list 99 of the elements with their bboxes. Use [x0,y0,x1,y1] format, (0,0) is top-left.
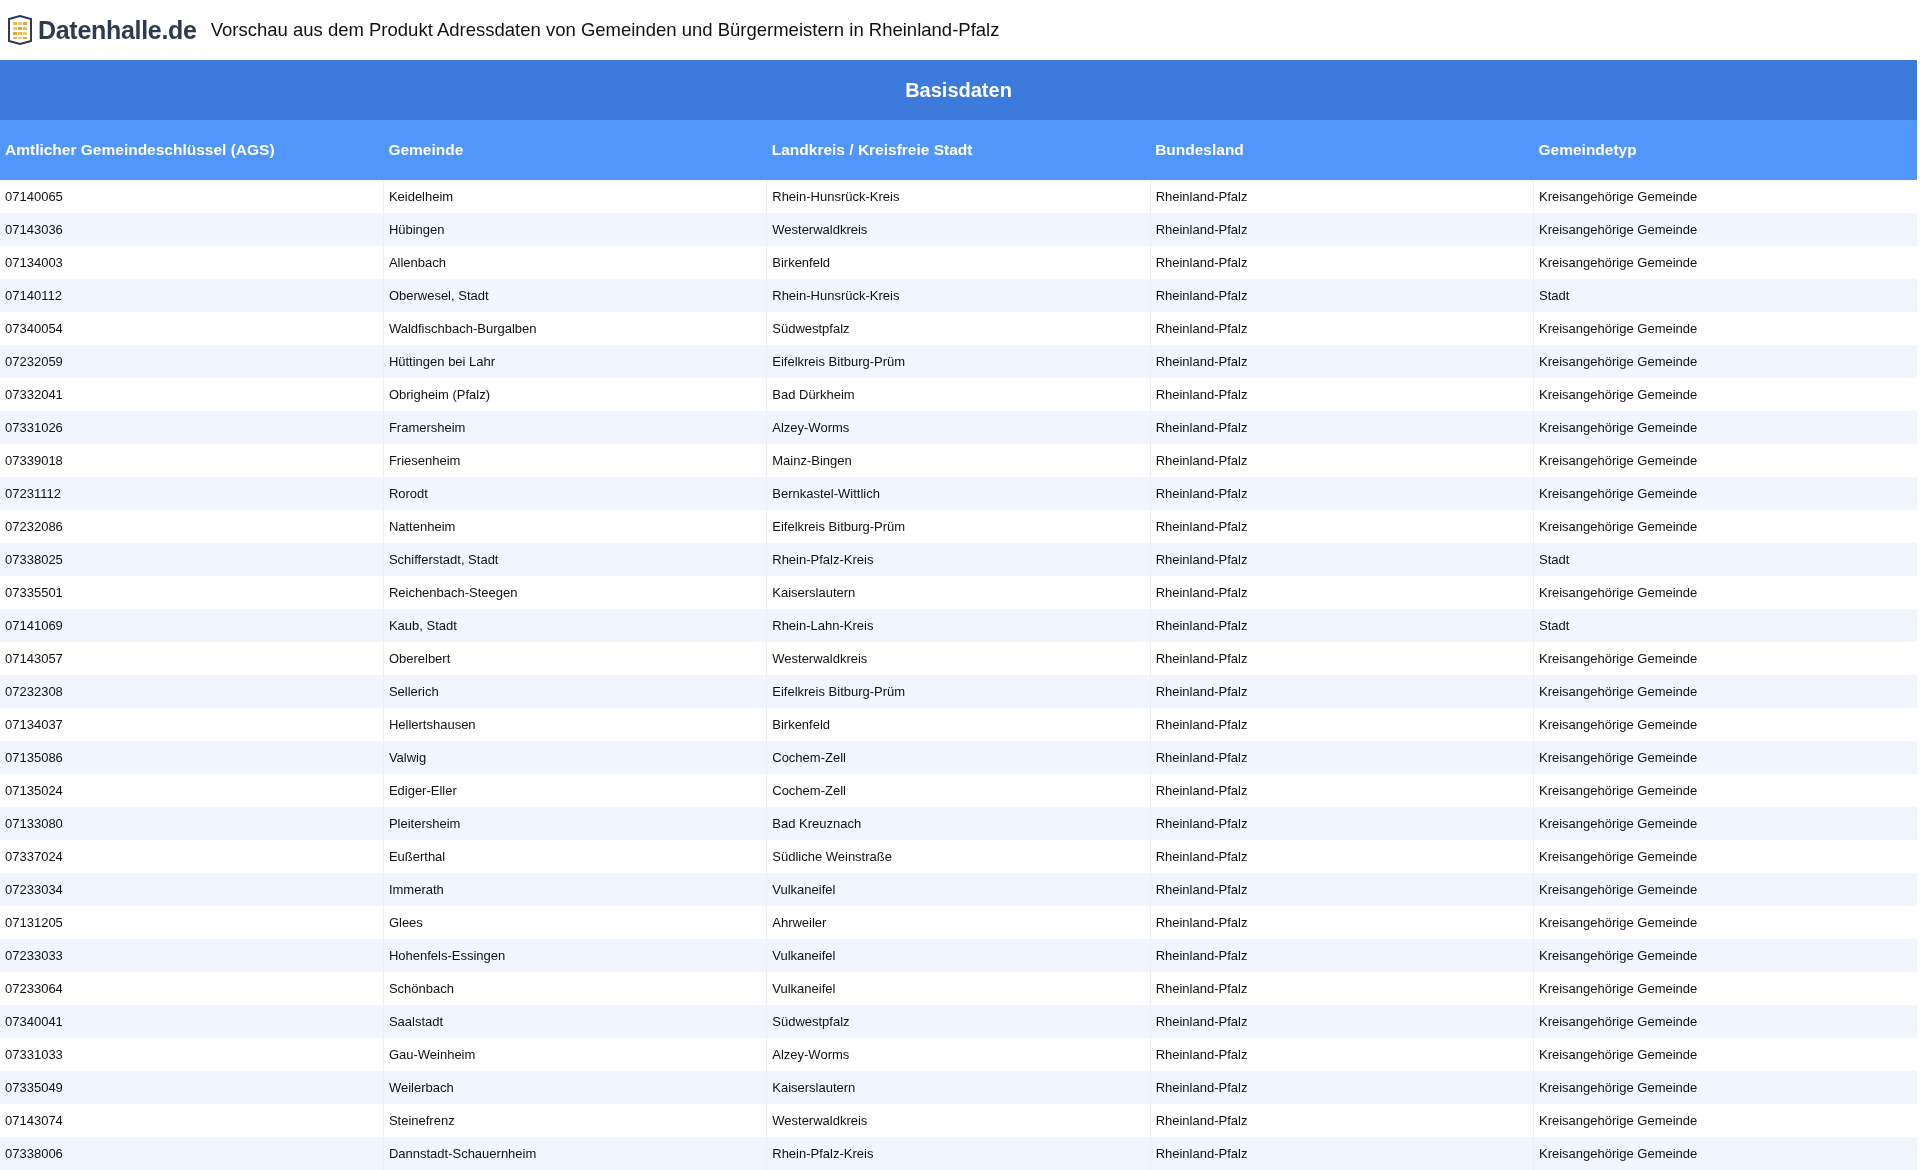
table-cell: 07143074 [0,1104,384,1137]
table-cell: Kaiserslautern [766,1071,1151,1104]
table-cell: Kreisangehörige Gemeinde [1533,1005,1917,1038]
table-cell: 07340041 [0,1005,384,1038]
table-cell: Vulkaneifel [766,939,1151,972]
logo-text[interactable]: Datenhalle.de [38,15,197,45]
table-cell: Kreisangehörige Gemeinde [1533,873,1917,906]
table-cell: 07143057 [0,642,384,675]
table-cell: 07232308 [0,675,384,708]
table-cell: 07335501 [0,576,384,609]
table-cell: Framersheim [383,411,767,444]
table-cell: Rhein-Pfalz-Kreis [766,1137,1151,1170]
table-cell: Stadt [1533,609,1917,642]
table-cell: Valwig [383,741,767,774]
table-cell: 07340054 [0,312,384,345]
table-cell: Kreisangehörige Gemeinde [1533,1137,1917,1170]
table-cell: Saalstadt [383,1005,767,1038]
table-cell: Eifelkreis Bitburg-Prüm [766,675,1151,708]
table-cell: Rheinland-Pfalz [1150,675,1534,708]
column-header: Amtlicher Gemeindeschlüssel (AGS) [0,120,384,180]
table-cell: 07134003 [0,246,384,279]
table-cell: Rheinland-Pfalz [1150,543,1534,576]
table-cell: Immerath [383,873,767,906]
table-cell: Rorodt [383,477,767,510]
table-cell: Eifelkreis Bitburg-Prüm [766,345,1151,378]
table-cell: Bad Kreuznach [766,807,1151,840]
table-cell: 07134037 [0,708,384,741]
table-cell: Stadt [1533,279,1917,312]
table-cell: Rheinland-Pfalz [1150,477,1534,510]
table-cell: Rheinland-Pfalz [1150,213,1534,246]
table-cell: Alzey-Worms [766,411,1151,444]
table-cell: Kreisangehörige Gemeinde [1533,345,1917,378]
table-cell: 07232086 [0,510,384,543]
table-cell: Bernkastel-Wittlich [766,477,1151,510]
column-header: Gemeindetyp [1533,120,1917,180]
table-cell: 07140065 [0,180,384,213]
table-cell: Kreisangehörige Gemeinde [1533,411,1917,444]
column-header: Bundesland [1150,120,1534,180]
table-cell: Hohenfels-Essingen [383,939,767,972]
logo-icon [6,15,34,45]
column-header: Landkreis / Kreisfreie Stadt [766,120,1151,180]
table-cell: Rhein-Lahn-Kreis [766,609,1151,642]
table-cell: Kreisangehörige Gemeinde [1533,1071,1917,1104]
table-cell: Vulkaneifel [766,873,1151,906]
table-cell: 07133080 [0,807,384,840]
table-cell: Rheinland-Pfalz [1150,1137,1534,1170]
table-cell: Kreisangehörige Gemeinde [1533,741,1917,774]
table-cell: Kreisangehörige Gemeinde [1533,213,1917,246]
table-cell: Rhein-Pfalz-Kreis [766,543,1151,576]
table-cell: Rheinland-Pfalz [1150,807,1534,840]
table-cell: Kreisangehörige Gemeinde [1533,477,1917,510]
table-cell: 07131205 [0,906,384,939]
table-cell: Kaub, Stadt [383,609,767,642]
table-cell: Rheinland-Pfalz [1150,939,1534,972]
table-cell: 07232059 [0,345,384,378]
table-cell: Weilerbach [383,1071,767,1104]
page-title: Vorschau aus dem Produkt Adressdaten von Gemeinden und Bürgermeistern in Rheinland-Pfalz [210,19,1000,41]
table-cell: 07331026 [0,411,384,444]
group-heading: Basisdaten [0,60,1917,120]
table-cell: Rheinland-Pfalz [1150,873,1534,906]
table-cell: Stadt [1533,543,1917,576]
table-cell: 07141069 [0,609,384,642]
table-cell: Sellerich [383,675,767,708]
table-cell: Hübingen [383,213,767,246]
table-cell: Schifferstadt, Stadt [383,543,767,576]
table-cell: Oberwesel, Stadt [383,279,767,312]
table-cell: Rheinland-Pfalz [1150,609,1534,642]
table-cell: Rheinland-Pfalz [1150,1071,1534,1104]
table-cell: 07233033 [0,939,384,972]
table-cell: 07135086 [0,741,384,774]
table-cell: Westerwaldkreis [766,213,1151,246]
table-cell: 07140112 [0,279,384,312]
table-cell: Dannstadt-Schauernheim [383,1137,767,1170]
table-cell: 07231112 [0,477,384,510]
table-cell: 07339018 [0,444,384,477]
table-cell: Pleitersheim [383,807,767,840]
table-cell: Kreisangehörige Gemeinde [1533,807,1917,840]
table-cell: 07233064 [0,972,384,1005]
column-header: Gemeinde [383,120,767,180]
table-cell: Rheinland-Pfalz [1150,411,1534,444]
table-cell: 07338006 [0,1137,384,1170]
table-cell: 07332041 [0,378,384,411]
table-cell: Hüttingen bei Lahr [383,345,767,378]
table-cell: Cochem-Zell [766,741,1151,774]
table-cell: Kreisangehörige Gemeinde [1533,939,1917,972]
table-cell: 07143036 [0,213,384,246]
table-cell: 07331033 [0,1038,384,1071]
table-cell: 07135024 [0,774,384,807]
table-cell: Rheinland-Pfalz [1150,279,1534,312]
table-cell: 07233034 [0,873,384,906]
table-cell: Kreisangehörige Gemeinde [1533,675,1917,708]
table-cell: 07337024 [0,840,384,873]
table-cell: Rheinland-Pfalz [1150,741,1534,774]
table-cell: Südwestpfalz [766,1005,1151,1038]
table-cell: Rhein-Hunsrück-Kreis [766,279,1151,312]
table-cell: Rheinland-Pfalz [1150,1005,1534,1038]
table-cell: 07335049 [0,1071,384,1104]
table-cell: 07338025 [0,543,384,576]
table-cell: Rheinland-Pfalz [1150,345,1534,378]
